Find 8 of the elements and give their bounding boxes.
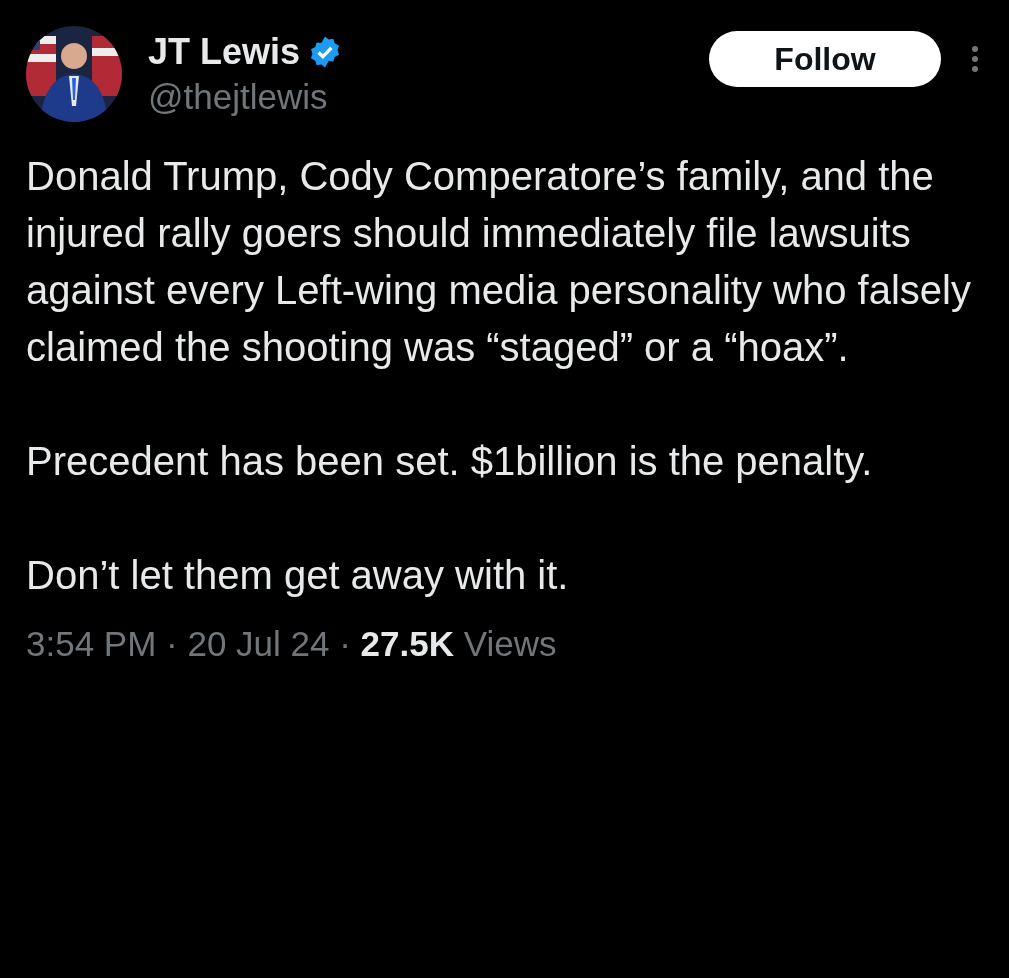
- tweet-paragraph: Precedent has been set. $1billion is the penalty.: [26, 438, 874, 485]
- author-name: JT Lewis: [148, 31, 301, 73]
- follow-button[interactable]: Follow: [709, 31, 941, 87]
- author-handle: @thejtlewis: [148, 77, 329, 117]
- tweet-meta: 3:54 PM · 20 Jul 24 · 27.5K Views: [26, 624, 558, 664]
- tweet-paragraph: Donald Trump, Cody Comperatore’s family, and the injured rally goers should immediately file lawsuits against every Left-wing media personality who falsely claimed the shooting was “staged” or a “hoax”.: [26, 153, 972, 371]
- more-icon[interactable]: [971, 45, 979, 73]
- tweet-paragraph: Don’t let them get away with it.: [26, 552, 570, 599]
